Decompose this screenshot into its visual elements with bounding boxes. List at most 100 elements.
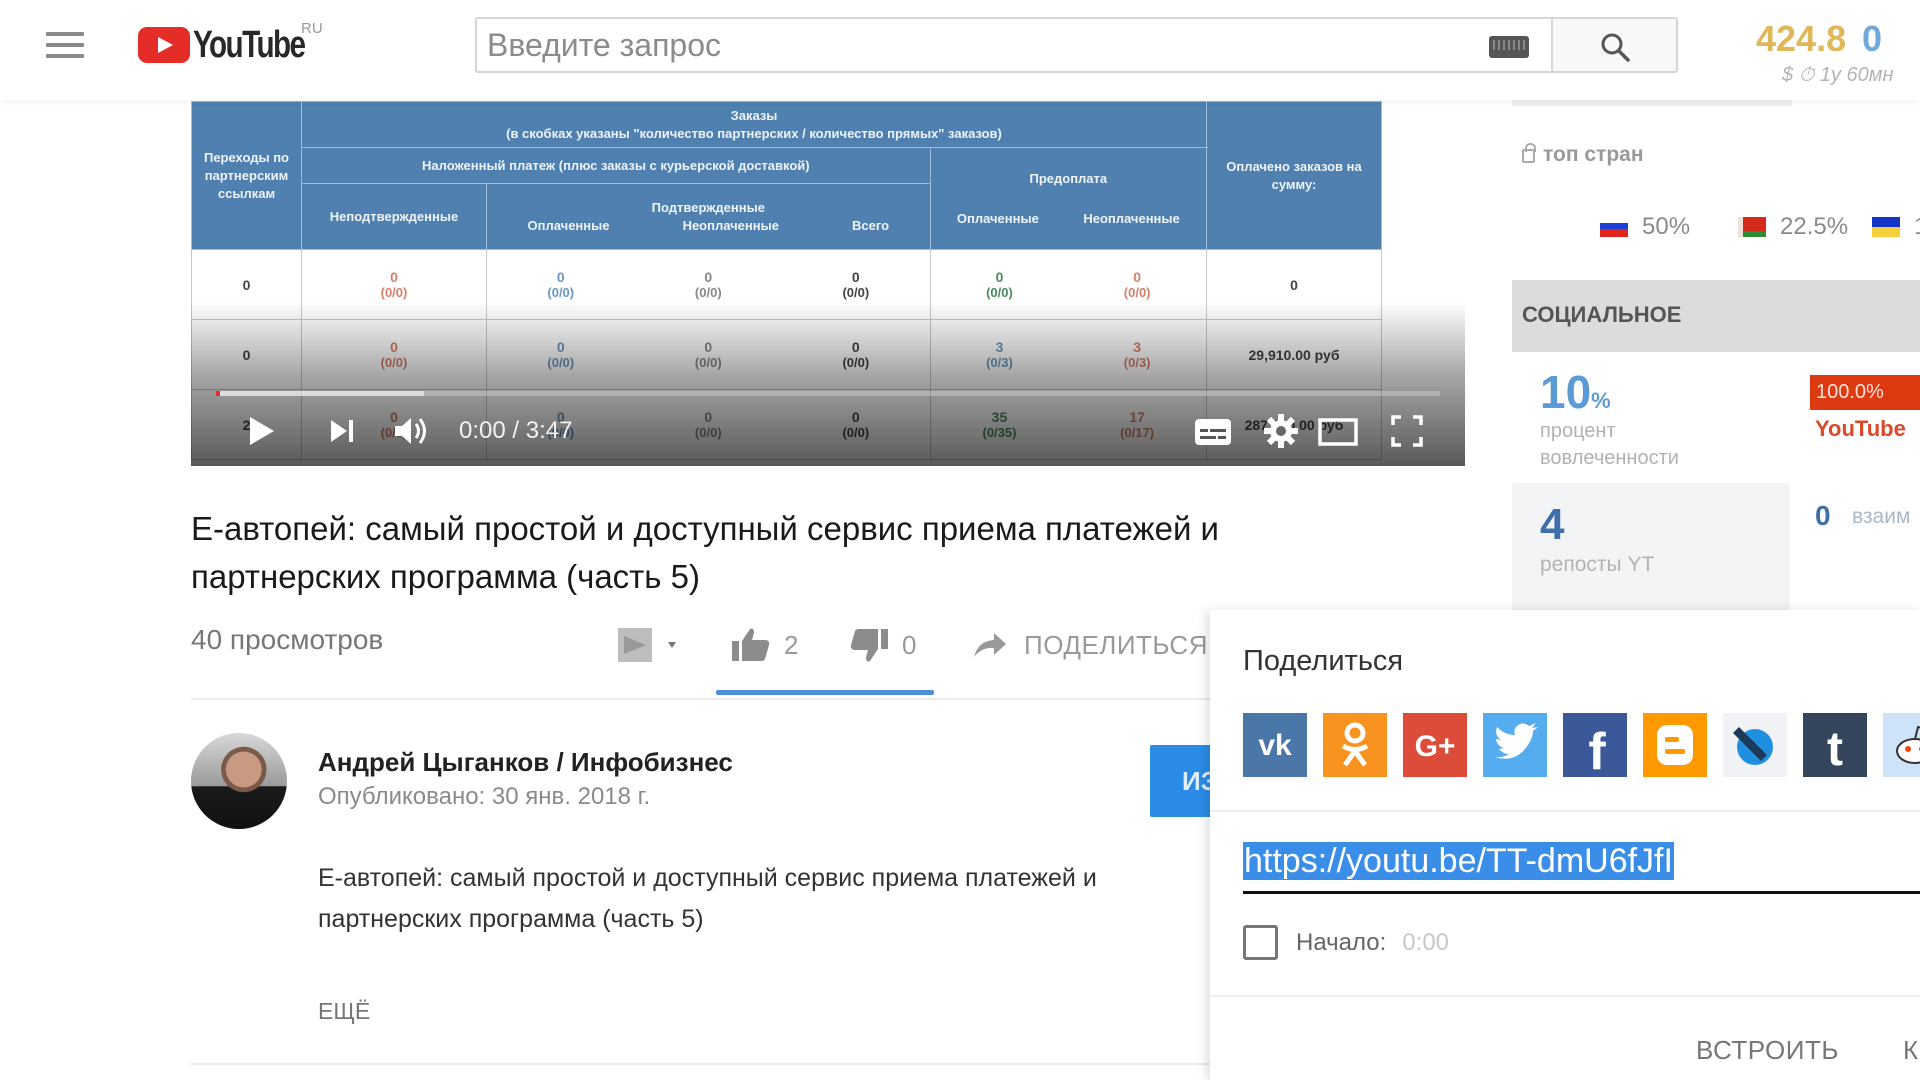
share-facebook-button[interactable]: f xyxy=(1563,713,1627,777)
thumbs-up-icon xyxy=(732,628,770,661)
livejournal-icon xyxy=(1733,727,1773,765)
add-to-playlist-button[interactable] xyxy=(615,620,685,670)
show-more-button[interactable]: ЕЩЁ xyxy=(318,998,370,1025)
country-value: 22.5% xyxy=(1780,213,1849,240)
fullscreen-icon xyxy=(1391,415,1423,447)
th-total: Всего xyxy=(852,217,890,233)
start-time-label: Начало: xyxy=(1296,928,1387,956)
gear-icon xyxy=(1264,414,1298,448)
share-dialog-title: Поделиться xyxy=(1243,645,1404,677)
video-player[interactable]: Переходы по партнерским ссылкам Заказы (в… xyxy=(191,101,1465,466)
progress-loaded xyxy=(216,391,425,396)
view-count: 40 просмотров xyxy=(191,624,384,655)
subtitles-button[interactable] xyxy=(1191,411,1235,451)
progress-played xyxy=(216,391,220,396)
share-dialog: Поделиться vk G+ f t https://youtu.be/TT-dm… xyxy=(1210,610,1920,1080)
progress-bar[interactable] xyxy=(216,391,1440,396)
fullscreen-button[interactable] xyxy=(1385,411,1429,451)
share-twitter-button[interactable] xyxy=(1483,713,1547,777)
video-description: Е-автопей: самый простой и доступный сер… xyxy=(318,864,1097,933)
country-item-by: 22.5% xyxy=(1738,213,1848,241)
engagement-number: 10 xyxy=(1540,366,1592,418)
reposts-value: 4 xyxy=(1540,500,1565,549)
share-odnoklassniki-button[interactable] xyxy=(1323,713,1387,777)
blogger-icon xyxy=(1657,725,1693,765)
theater-icon xyxy=(1318,418,1358,446)
search-input[interactable] xyxy=(487,19,1467,71)
subscribe-label: ИЗ xyxy=(1182,765,1212,796)
svg-text:G+: G+ xyxy=(1415,730,1456,763)
dislike-button[interactable]: 0 xyxy=(848,620,916,670)
youtube-logo[interactable]: YouTube RU xyxy=(138,20,336,68)
share-button[interactable]: ПОДЕЛИТЬСЯ xyxy=(970,620,1208,670)
start-time-value[interactable]: 0:00 xyxy=(1402,929,1449,957)
share-url-input[interactable]: https://youtu.be/TT-dmU6fJfI xyxy=(1243,842,1920,894)
settings-button[interactable] xyxy=(1261,411,1301,451)
th-confirmed: Подтвержденные Оплаченные Неоплаченные Всег… xyxy=(486,183,931,250)
stat-money-value: 424.8 xyxy=(1756,18,1847,59)
volume-button[interactable] xyxy=(391,411,431,451)
share-google-plus-button[interactable]: G+ xyxy=(1403,713,1467,777)
divider xyxy=(191,1063,1211,1065)
panel-top-line xyxy=(1512,100,1792,106)
flag-by-icon xyxy=(1738,217,1766,237)
cell-sub-value: (0/0) xyxy=(1123,285,1151,300)
search-box xyxy=(475,17,1551,73)
th-unconfirmed: Неподтвержденные xyxy=(301,183,487,250)
cell-value: 0 xyxy=(390,269,398,285)
share-vk-button[interactable]: vk xyxy=(1243,713,1307,777)
channel-avatar[interactable] xyxy=(191,733,287,829)
keyboard-icon[interactable] xyxy=(1489,36,1529,58)
divider xyxy=(1210,995,1920,997)
youtube-share-bar: 100.0% xyxy=(1810,375,1920,410)
th-unpaid: Неоплаченные xyxy=(682,217,779,233)
next-button[interactable] xyxy=(328,411,358,451)
subscribe-button[interactable]: ИЗ xyxy=(1150,745,1212,817)
publish-date: Опубликовано: 30 янв. 2018 г. xyxy=(318,783,651,810)
menu-icon[interactable] xyxy=(46,32,86,58)
share-blogger-button[interactable] xyxy=(1643,713,1707,777)
subtitles-icon xyxy=(1195,419,1231,445)
cell-sub-value: (0/0) xyxy=(842,285,870,300)
theater-mode-button[interactable] xyxy=(1313,411,1363,451)
youtube-share-label: YouTube xyxy=(1815,416,1906,441)
cell-sub-value: (0/0) xyxy=(380,285,408,300)
like-button[interactable]: 2 xyxy=(730,620,798,670)
social-section-header: СОЦИАЛЬНОЕ xyxy=(1512,280,1920,352)
stat-zero-value: 0 xyxy=(1862,18,1883,59)
copy-button[interactable]: К xyxy=(1903,1035,1918,1066)
start-time-row: Начало: 0:00 xyxy=(1243,925,1449,960)
svg-text:vk: vk xyxy=(1258,729,1292,762)
top-header: YouTube RU 424.8 0 $ ⏱ 1у 60мн xyxy=(0,0,1920,100)
interactions-label: взаим xyxy=(1852,505,1911,528)
volume-icon xyxy=(395,418,426,444)
th-paid: Оплаченные xyxy=(527,217,610,233)
share-arrow-icon xyxy=(974,633,1006,657)
engagement-value: 10% xyxy=(1540,365,1611,419)
engagement-label-line-1: процент xyxy=(1540,420,1616,442)
th-cod: Наложенный платеж (плюс заказы с курьерс… xyxy=(301,147,931,184)
th-orders-title: Заказы xyxy=(730,107,778,123)
thumbs-down-icon xyxy=(850,629,888,662)
lock-icon xyxy=(1522,143,1536,163)
share-reddit-button[interactable] xyxy=(1883,713,1920,777)
flag-ru-icon xyxy=(1600,217,1628,237)
search-button[interactable] xyxy=(1551,17,1678,73)
divider xyxy=(191,698,1211,700)
share-livejournal-button[interactable] xyxy=(1723,713,1787,777)
share-url-selected-text: https://youtu.be/TT-dmU6fJfI xyxy=(1243,842,1674,880)
share-tumblr-button[interactable]: t xyxy=(1803,713,1867,777)
reposts-label: репосты YT xyxy=(1540,553,1655,576)
channel-name[interactable]: Андрей Цыганков / Инфобизнес xyxy=(318,747,733,778)
th-prepay-paid: Оплаченные xyxy=(956,210,1039,226)
vk-icon: vk xyxy=(1258,729,1292,762)
play-button[interactable] xyxy=(247,411,277,451)
cell-sub-value: (0/0) xyxy=(694,285,722,300)
start-time-checkbox[interactable] xyxy=(1243,925,1278,960)
google-plus-icon: G+ xyxy=(1415,730,1456,763)
cell-sub-value: (0/0) xyxy=(986,285,1013,300)
embed-button[interactable]: ВСТРОИТЬ xyxy=(1696,1035,1839,1066)
th-prepay-title: Предоплата xyxy=(1029,170,1108,186)
svg-text:f: f xyxy=(1588,723,1606,777)
reddit-icon xyxy=(1896,725,1920,764)
